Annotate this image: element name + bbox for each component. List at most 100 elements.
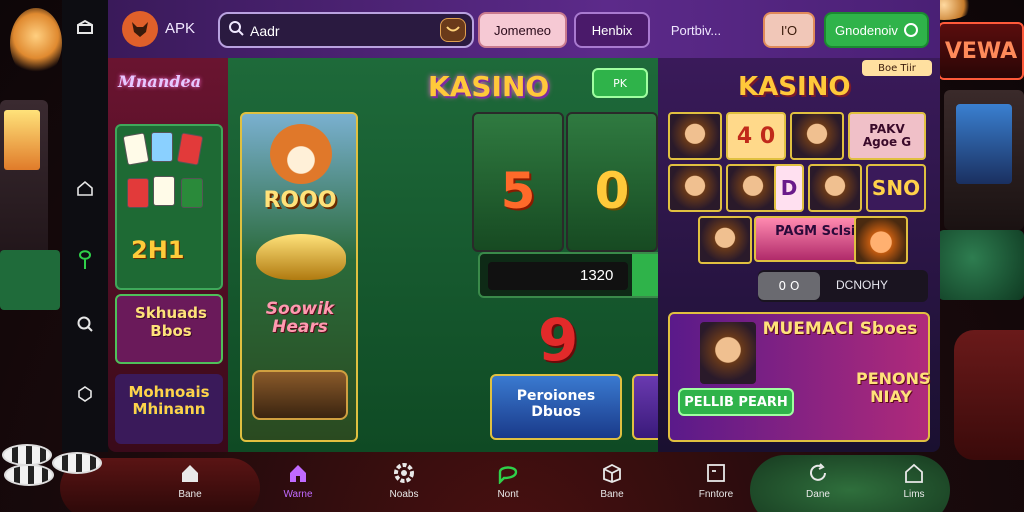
game-cell[interactable]: D: [774, 164, 804, 212]
panel-action-button[interactable]: 0 O: [758, 272, 820, 300]
fox-mascot-icon: [270, 124, 332, 184]
slot-reel[interactable]: 0: [566, 112, 658, 252]
cube-icon: [599, 460, 625, 486]
game-cell[interactable]: PAKV Agoe G: [848, 112, 926, 160]
category-number: 2H1: [131, 236, 185, 264]
nav-label: Noabs: [389, 489, 419, 500]
box-icon[interactable]: [73, 16, 97, 40]
nav-item-noabs[interactable]: Noabs: [364, 455, 444, 512]
main-game-area: KASINO PK ROOO Soowik Hears 5 0 7 1320 S…: [228, 58, 768, 452]
nav-item-bane[interactable]: Bane: [572, 455, 652, 512]
leaf-icon[interactable]: [73, 248, 97, 272]
card-icon: [181, 178, 203, 208]
nav-pill-1[interactable]: Jomemeo: [478, 12, 567, 48]
home-icon[interactable]: [73, 176, 97, 200]
nav-item-warne[interactable]: Warne: [258, 455, 338, 512]
bet-value: 1320: [580, 267, 614, 284]
chip: [4, 464, 54, 486]
avatar[interactable]: [790, 112, 844, 160]
category-card-slots[interactable]: Skhuads Bbos: [115, 294, 223, 364]
category-title: Mnandea: [118, 72, 202, 91]
house-outline-icon: [901, 460, 927, 486]
avatar[interactable]: [808, 164, 862, 212]
avatar[interactable]: [726, 164, 780, 212]
panel-badge: Boe Tiir: [862, 60, 932, 76]
promo-banner-blue[interactable]: Peroiones Dbuos: [490, 374, 622, 440]
promo-headline: MUEMACI Sboes: [762, 319, 918, 339]
avatar: [700, 322, 756, 384]
panel-action-text: DCNOHY: [836, 278, 889, 292]
side-rail: [62, 0, 108, 452]
gaming-table-left: [0, 250, 60, 310]
slot-screen: [956, 104, 1012, 184]
nav-label: Bane: [178, 489, 202, 500]
promo-cta-button[interactable]: PELLIB PEARH: [678, 388, 794, 416]
fox-game-tile[interactable]: ROOO Soowik Hears: [240, 112, 358, 442]
neon-sign: VEWA: [938, 22, 1024, 80]
search-input[interactable]: [250, 21, 420, 41]
main-mini-button[interactable]: PK: [592, 68, 648, 98]
card-icon: [122, 132, 150, 166]
game-cell[interactable]: 4 0: [726, 112, 786, 160]
nav-label: Fnntore: [698, 489, 734, 500]
game-cell[interactable]: SNO: [866, 164, 926, 212]
slot-screen: [4, 110, 40, 170]
casino-scene: VEWA APK Aadr Jomemeo Henbix Portbiv... …: [0, 0, 1024, 512]
nav-pill-2[interactable]: Henbix: [574, 12, 650, 48]
roulette-table: [938, 230, 1024, 300]
nav-pill-4[interactable]: I'O: [763, 12, 815, 48]
panel-action-bar: 0 O DCNOHY: [758, 270, 928, 302]
avatar[interactable]: [668, 112, 722, 160]
avatar[interactable]: [668, 164, 722, 212]
house-icon: [285, 460, 311, 486]
slot-reel[interactable]: 5: [472, 112, 564, 252]
card-icon: [127, 178, 149, 208]
fox-logo-icon[interactable]: [122, 11, 158, 47]
home-icon: [177, 460, 203, 486]
fox-game-subtitle: Soowik Hears: [265, 299, 335, 337]
treasure-chest-icon: [252, 370, 348, 420]
fox-game-title: ROOO: [263, 188, 337, 213]
nav-item-nont[interactable]: Nont: [468, 455, 548, 512]
circle-icon: [903, 23, 918, 37]
nav-item-lims[interactable]: Lims: [874, 455, 954, 512]
main-title: KASINO: [428, 70, 550, 103]
app-label: APK: [165, 20, 196, 37]
nav-item-fnntore[interactable]: Fnntore: [676, 455, 756, 512]
nav-label: Bane: [600, 489, 624, 500]
primary-button[interactable]: Gnodenoiv: [824, 12, 929, 48]
panel-title: KASINO: [738, 72, 851, 102]
search-icon[interactable]: [73, 312, 97, 336]
settings-icon[interactable]: [73, 382, 97, 406]
category-card-cards[interactable]: 2H1: [115, 124, 223, 290]
bottom-nav: Bane Warne Noabs Nont Bane Fnntore Dane: [150, 455, 950, 512]
slot-machine-right: [944, 90, 1024, 230]
app-window: APK Jomemeo Henbix Portbiv... I'O Gnoden…: [108, 0, 940, 452]
card-icon: [151, 132, 173, 162]
nav-label: Lims: [903, 489, 925, 500]
nav-label: Dane: [806, 489, 830, 500]
refresh-icon: [805, 460, 831, 486]
card-icon: [176, 132, 204, 166]
chevron-down-icon[interactable]: [440, 18, 466, 42]
right-panel: Boe Tiir KASINO 4 0 PAKV Agoe G D SNO PA…: [658, 58, 940, 452]
search-box[interactable]: [218, 12, 474, 48]
promo-card[interactable]: MUEMACI Sboes PELLIB PEARH PENONS NIAY: [668, 312, 931, 442]
category-label: Mohnoais Mhinann: [128, 383, 210, 418]
nav-pill-3[interactable]: Portbiv...: [660, 12, 732, 48]
chip: [52, 452, 102, 474]
fox-avatar[interactable]: [854, 216, 908, 264]
category-label: Skhuads Bbos: [135, 304, 207, 340]
gear-icon: [391, 460, 417, 486]
nav-item-dane[interactable]: Dane: [778, 455, 858, 512]
nav-item-home[interactable]: Bane: [150, 455, 230, 512]
window-icon: [703, 460, 729, 486]
category-card-bonus[interactable]: Mohnoais Mhinann: [115, 374, 223, 444]
reel-symbol: 5: [500, 162, 536, 220]
hanging-lamp: [10, 8, 62, 78]
primary-button-label: Gnodenoiv: [835, 22, 898, 38]
avatar[interactable]: [698, 216, 752, 264]
chip: [2, 444, 52, 466]
chat-icon: [495, 460, 521, 486]
casino-chair: [954, 330, 1024, 460]
